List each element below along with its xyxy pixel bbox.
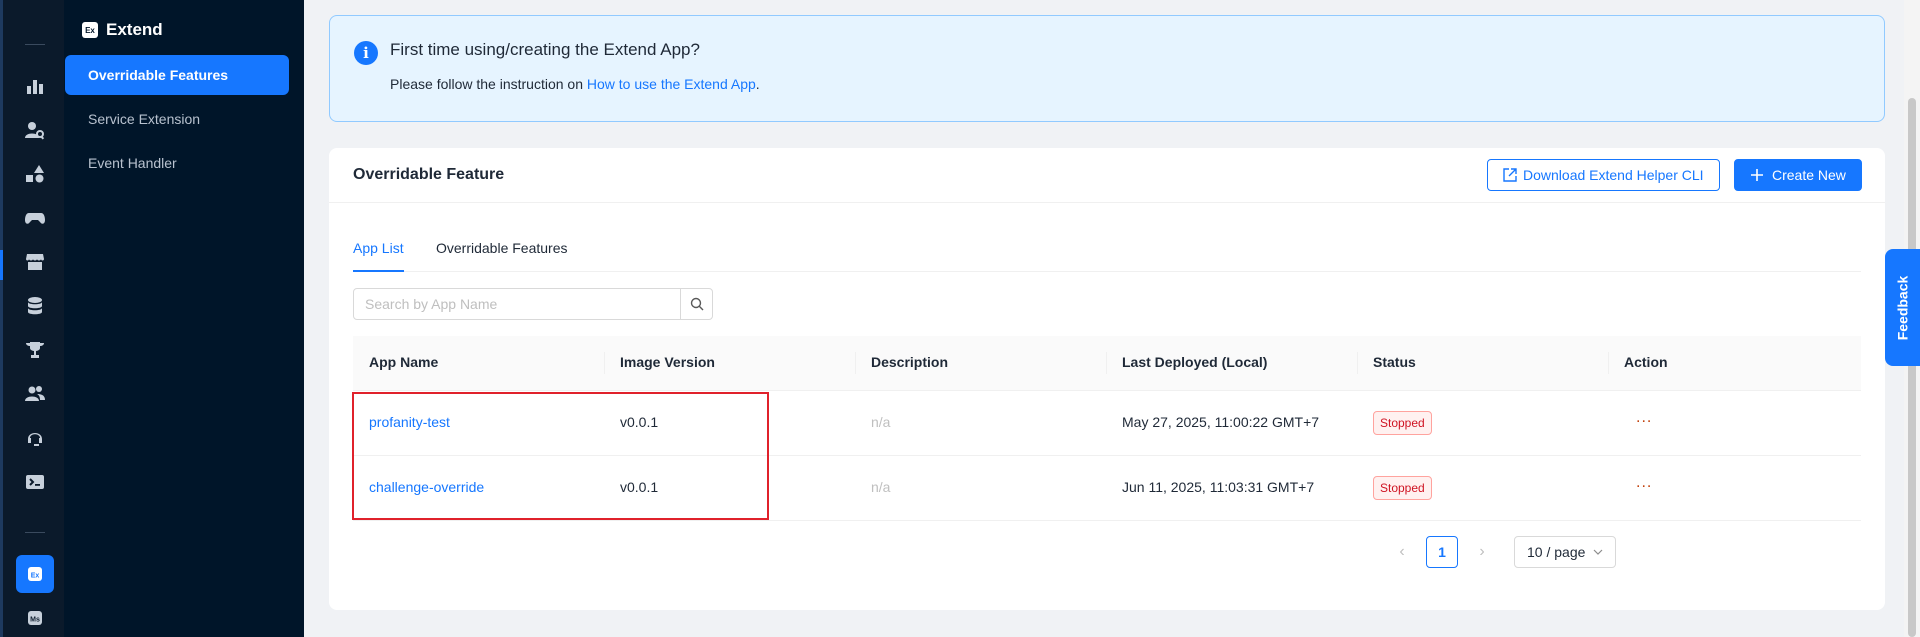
how-to-use-link[interactable]: How to use the Extend App [587,76,756,92]
column-divider [1357,352,1358,374]
store-icon[interactable] [23,250,47,274]
download-cli-button[interactable]: Download Extend Helper CLI [1487,159,1720,191]
status-badge: Stopped [1373,411,1432,435]
download-cli-label: Download Extend Helper CLI [1523,167,1704,183]
page-size-select[interactable]: 10 / page [1514,536,1616,568]
sidebar: Ex Extend Overridable Features Service E… [64,0,304,637]
create-new-button[interactable]: Create New [1734,159,1862,191]
column-header-image-version: Image Version [620,354,715,370]
search-button[interactable] [680,289,712,319]
gamepad-icon[interactable] [23,206,47,230]
main-content: i First time using/creating the Extend A… [304,0,1904,637]
analytics-icon[interactable] [23,74,47,98]
ms-icon[interactable]: Ms [23,606,47,630]
plus-icon [1751,169,1763,181]
users-icon[interactable] [23,382,47,406]
banner-title: First time using/creating the Extend App… [390,40,700,59]
terminal-icon[interactable] [23,470,47,494]
description-cell: n/a [871,479,891,495]
tab-bar: App List Overridable Features [353,232,1861,272]
extend-icon[interactable]: Ex [16,555,54,593]
create-new-label: Create New [1772,167,1846,183]
last-deployed-cell: May 27, 2025, 11:00:22 GMT+7 [1122,414,1320,430]
banner-desc-text: Please follow the instruction on [390,76,587,92]
sidebar-brand: Ex Extend [82,20,163,40]
column-header-description: Description [871,354,949,370]
banner-desc-suffix: . [755,76,760,92]
last-deployed-cell: Jun 11, 2025, 11:03:31 GMT+7 [1122,479,1315,495]
rail-divider [25,44,45,45]
annotation-highlight-box [352,392,769,520]
scrollbar-thumb[interactable] [1908,98,1916,637]
column-header-app-name: App Name [369,354,439,370]
search-box [353,288,713,320]
svg-text:Ex: Ex [31,573,40,580]
info-banner: i First time using/creating the Extend A… [329,15,1885,122]
column-divider [1106,352,1107,374]
tab-overridable-features[interactable]: Overridable Features [436,240,568,270]
brand-title: Extend [106,20,163,39]
icon-rail: Ex Ms [0,0,64,637]
table-header: App Name Image Version Description Last … [353,336,1861,391]
search-icon [690,297,703,311]
headset-icon[interactable] [23,426,47,450]
status-badge: Stopped [1373,476,1432,500]
column-header-last-deployed: Last Deployed (Local) [1122,354,1268,370]
more-actions-button[interactable]: ... [1636,474,1652,492]
column-divider [604,352,605,374]
shapes-icon[interactable] [23,162,47,186]
database-icon[interactable] [23,294,47,318]
pagination: ‹ 1 › 10 / page [1386,536,1616,568]
trophy-icon[interactable] [23,338,47,362]
chevron-left-icon[interactable]: ‹ [1386,536,1418,568]
rail-active-marker [0,250,3,280]
external-link-icon [1503,168,1517,182]
feedback-tab[interactable]: Feedback [1885,249,1920,366]
page-number-button[interactable]: 1 [1426,536,1458,568]
rail-divider [25,532,45,533]
extend-logo-icon: Ex [82,22,98,38]
info-icon: i [354,41,378,65]
chevron-down-icon [1593,549,1603,555]
column-divider [1608,352,1609,374]
feedback-label: Feedback [1894,275,1911,340]
sidebar-item-event-handler[interactable]: Event Handler [65,143,289,183]
search-input[interactable] [354,289,680,319]
banner-description: Please follow the instruction on How to … [390,76,760,92]
user-search-icon[interactable] [23,118,47,142]
sidebar-item-label: Overridable Features [88,67,229,83]
chevron-right-icon[interactable]: › [1466,536,1498,568]
card-header: Overridable Feature Download Extend Help… [329,148,1885,203]
overridable-feature-card: Overridable Feature Download Extend Help… [329,148,1885,610]
column-divider [855,352,856,374]
tab-app-list[interactable]: App List [353,240,404,272]
column-header-status: Status [1373,354,1416,370]
svg-text:Ms: Ms [30,617,40,624]
page-size-label: 10 / page [1527,544,1586,560]
description-cell: n/a [871,414,891,430]
column-header-action: Action [1624,354,1668,370]
sidebar-item-overridable-features[interactable]: Overridable Features [65,55,289,95]
sidebar-item-label: Event Handler [88,155,177,171]
sidebar-item-label: Service Extension [88,111,201,127]
more-actions-button[interactable]: ... [1636,409,1652,427]
sidebar-item-service-extension[interactable]: Service Extension [65,99,289,139]
card-title: Overridable Feature [353,166,505,183]
